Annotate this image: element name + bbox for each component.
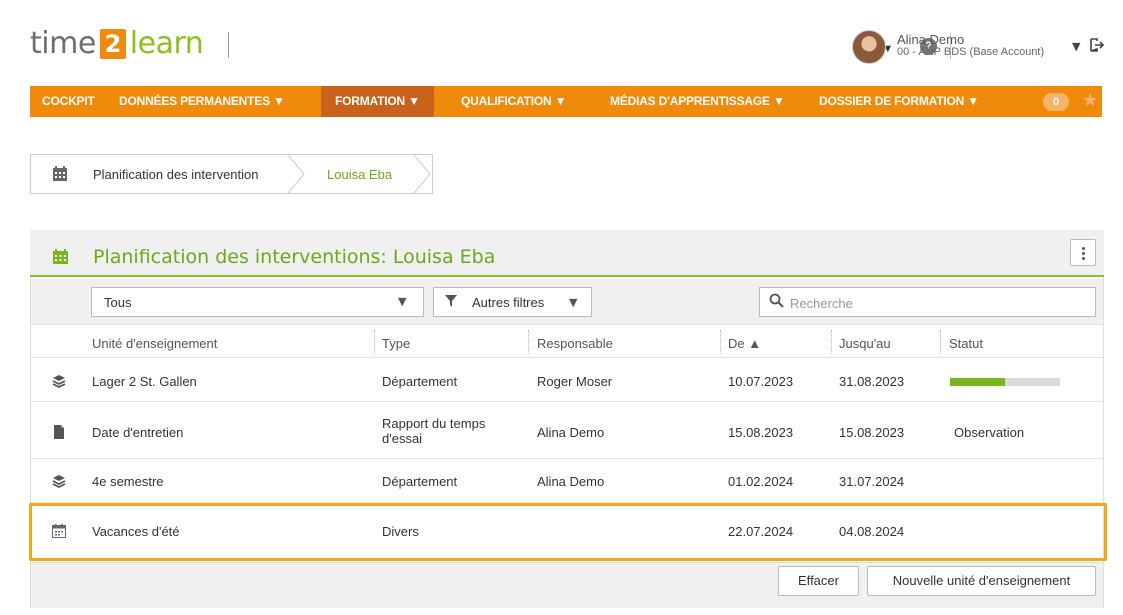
clear-button[interactable]: Effacer xyxy=(778,566,859,596)
column-divider xyxy=(374,330,375,354)
cell-responsible: Roger Moser xyxy=(537,374,613,389)
time2learn-logo[interactable]: time 2 learn xyxy=(30,26,204,61)
chevron-down-icon: ▼ xyxy=(569,296,578,309)
app-header: time 2 learn FR▼ ? Alina Demo 00 - ANP B… xyxy=(0,0,1123,86)
menu-dot-icon xyxy=(1082,257,1085,260)
cell-type-line1: Rapport du temps xyxy=(382,416,486,431)
logo-number: 2 xyxy=(99,28,126,59)
favorite-star-icon[interactable]: ★ xyxy=(1082,90,1098,111)
more-filters-button[interactable]: Autres filtres ▼ xyxy=(433,287,592,317)
cell-type-line2: d'essai xyxy=(382,431,423,446)
cell-from: 01.02.2024 xyxy=(728,474,794,489)
panel-menu-button[interactable] xyxy=(1070,239,1096,266)
search-icon xyxy=(769,293,784,312)
nav-donnees-permanentes[interactable]: DONNÉES PERMANENTES ▼ xyxy=(119,86,285,117)
progress-fill xyxy=(950,378,1005,386)
document-icon xyxy=(54,425,64,439)
cell-to: 15.08.2023 xyxy=(839,425,905,440)
cell-unit[interactable]: Date d'entretien xyxy=(92,425,183,440)
nav-formation[interactable]: FORMATION ▼ xyxy=(321,86,434,117)
cell-type: Département xyxy=(382,374,458,389)
calendar-icon xyxy=(53,249,68,264)
nav-medias-apprentissage[interactable]: MÉDIAS D'APPRENTISSAGE ▼ xyxy=(610,86,785,117)
column-header-from[interactable]: De ▲ xyxy=(728,336,761,351)
filter-icon xyxy=(444,294,458,312)
logo-text-time: time xyxy=(30,26,96,61)
chevron-down-icon: ▼ xyxy=(398,295,407,308)
cell-type: Rapport du temps d'essai xyxy=(382,416,485,446)
breadcrumb-item-planification[interactable]: Planification des intervention xyxy=(93,167,259,182)
main-navigation: COCKPIT DONNÉES PERMANENTES ▼ FORMATION … xyxy=(30,86,1102,117)
column-header-responsible[interactable]: Responsable xyxy=(537,336,613,351)
menu-dot-icon xyxy=(1082,252,1085,255)
cell-from: 15.08.2023 xyxy=(728,425,794,440)
cell-to: 31.08.2023 xyxy=(839,374,905,389)
cell-responsible: Alina Demo xyxy=(537,474,605,489)
new-unit-button[interactable]: Nouvelle unité d'enseignement xyxy=(867,566,1096,596)
column-divider xyxy=(831,330,832,354)
search-box[interactable] xyxy=(759,287,1096,317)
layers-icon xyxy=(52,375,66,388)
more-filters-label: Autres filtres xyxy=(472,295,545,310)
cell-to: 31.07.2024 xyxy=(839,474,905,489)
notification-badge[interactable]: 0 xyxy=(1043,93,1069,111)
breadcrumb-item-louisa-eba[interactable]: Louisa Eba xyxy=(327,167,392,182)
column-divider xyxy=(940,330,941,354)
breadcrumb-separator-icon xyxy=(287,155,305,193)
logout-icon[interactable] xyxy=(1090,38,1105,56)
breadcrumb-end-icon xyxy=(413,155,431,193)
layers-icon xyxy=(52,475,66,488)
cell-responsible: Alina Demo xyxy=(537,425,605,440)
nav-qualification[interactable]: QUALIFICATION ▼ xyxy=(461,86,567,117)
cell-status: Observation xyxy=(954,425,1025,440)
user-menu-caret-icon[interactable]: ▼ xyxy=(1072,40,1080,53)
cell-type: Département xyxy=(382,474,458,489)
column-header-unit[interactable]: Unité d'enseignement xyxy=(92,336,217,351)
status-filter-value: Tous xyxy=(104,295,132,310)
logo-divider xyxy=(228,32,229,58)
status-filter-select[interactable]: Tous ▼ xyxy=(91,287,424,317)
cell-unit[interactable]: Lager 2 St. Gallen xyxy=(92,374,197,389)
panel-title: Planification des interventions: Louisa … xyxy=(93,246,496,268)
user-account: 00 - ANP BDS (Base Account) xyxy=(897,46,1045,58)
column-header-to[interactable]: Jusqu'au xyxy=(839,336,891,351)
nav-dossier-formation[interactable]: DOSSIER DE FORMATION ▼ xyxy=(819,86,979,117)
column-header-type[interactable]: Type xyxy=(382,336,410,351)
status-progress-bar xyxy=(950,378,1060,386)
selected-row-highlight xyxy=(29,503,1107,561)
avatar[interactable] xyxy=(852,30,886,64)
cell-from: 10.07.2023 xyxy=(728,374,794,389)
cell-unit[interactable]: 4e semestre xyxy=(92,474,164,489)
column-header-status[interactable]: Statut xyxy=(949,336,983,351)
nav-cockpit[interactable]: COCKPIT xyxy=(42,86,95,117)
user-name: Alina Demo xyxy=(897,32,965,47)
column-divider xyxy=(528,330,529,354)
logo-text-learn: learn xyxy=(129,26,204,61)
calendar-icon xyxy=(53,166,67,181)
search-input[interactable] xyxy=(790,293,1080,313)
user-info[interactable]: Alina Demo 00 - ANP BDS (Base Account) xyxy=(897,33,1044,59)
column-divider xyxy=(720,330,721,354)
menu-dot-icon xyxy=(1082,247,1085,250)
